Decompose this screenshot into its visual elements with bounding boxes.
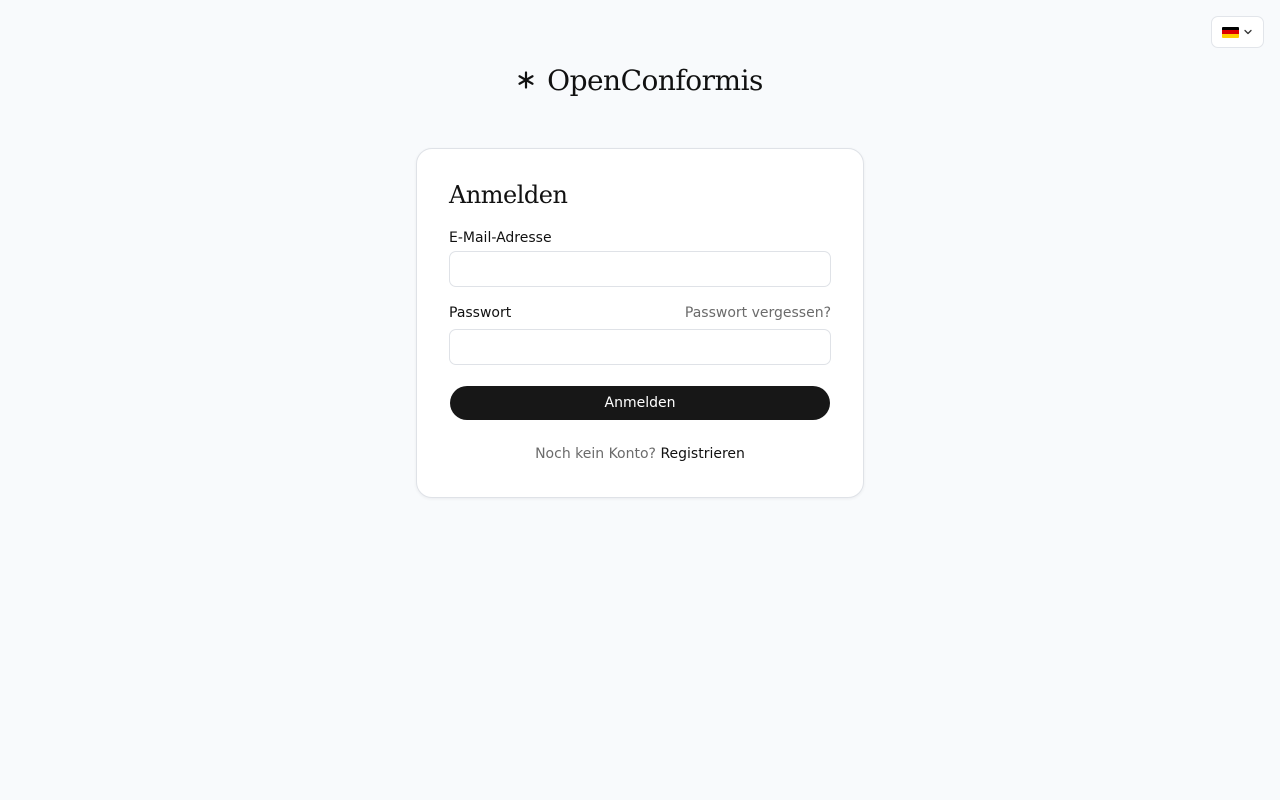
forgot-password-link[interactable]: Passwort vergessen?	[685, 304, 831, 322]
password-input[interactable]	[449, 329, 831, 365]
signup-prompt: Noch kein Konto?	[535, 446, 656, 462]
language-switcher[interactable]	[1211, 16, 1264, 48]
login-card: Anmelden E-Mail-Adresse Passwort Passwor…	[416, 148, 864, 498]
german-flag-icon	[1221, 26, 1239, 38]
register-link[interactable]: Registrieren	[660, 446, 744, 462]
brand-header: OpenConformis	[0, 58, 1280, 102]
login-title: Anmelden	[449, 181, 568, 209]
sign-in-button[interactable]: Anmelden	[450, 386, 830, 420]
email-input[interactable]	[449, 251, 831, 287]
asterisk-icon	[518, 71, 534, 89]
signup-row: Noch kein Konto? Registrieren	[417, 445, 863, 463]
password-label: Passwort	[449, 305, 512, 321]
email-label: E-Mail-Adresse	[449, 230, 552, 246]
chevron-down-icon	[1243, 29, 1252, 35]
brand-name: OpenConformis	[547, 63, 763, 97]
